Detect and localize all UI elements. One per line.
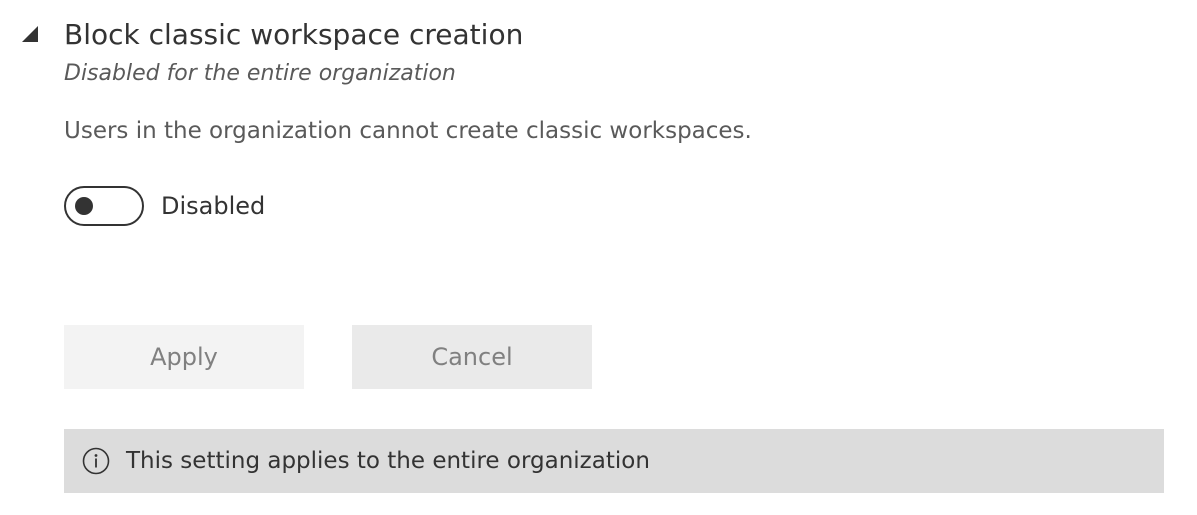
toggle-state-label: Disabled: [161, 192, 266, 220]
info-banner-text: This setting applies to the entire organ…: [126, 448, 650, 474]
setting-toggle-switch[interactable]: [64, 186, 144, 226]
toggle-knob: [75, 197, 93, 215]
setting-description: Users in the organization cannot create …: [64, 118, 752, 144]
info-banner: This setting applies to the entire organ…: [64, 429, 1164, 493]
cancel-button[interactable]: Cancel: [352, 325, 592, 389]
setting-title: Block classic workspace creation: [64, 18, 524, 51]
setting-status-subtitle: Disabled for the entire organization: [64, 61, 456, 86]
apply-button[interactable]: Apply: [64, 325, 304, 389]
toggle-row: Disabled: [64, 185, 265, 227]
info-icon: [80, 445, 112, 477]
collapse-triangle-icon[interactable]: [20, 24, 40, 44]
